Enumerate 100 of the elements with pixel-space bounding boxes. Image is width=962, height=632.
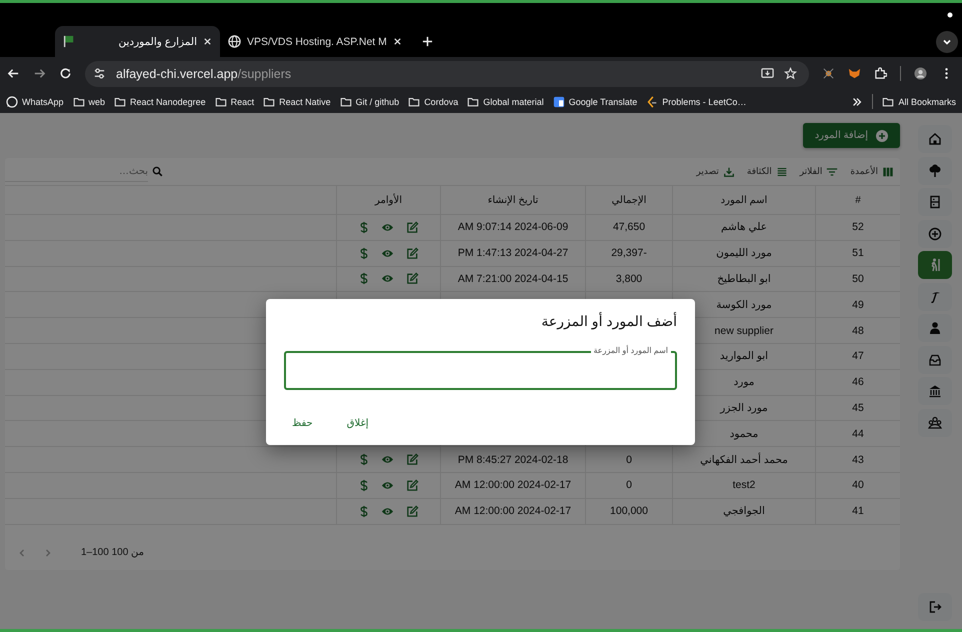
tab-search-button[interactable] <box>936 31 958 53</box>
table-cell: 40 <box>815 472 900 498</box>
back-icon[interactable] <box>7 67 20 80</box>
address-bar[interactable]: alfayed-chi.vercel.app/suppliers <box>85 60 809 86</box>
dollar-icon[interactable] <box>358 453 368 466</box>
dollar-icon[interactable] <box>358 504 368 518</box>
bookmark[interactable]: Git / github <box>340 96 400 108</box>
bank-icon <box>928 384 942 398</box>
dialog-button[interactable]: حفظ <box>284 414 321 433</box>
logout-button[interactable] <box>918 593 952 621</box>
table-cell: AM 7:21:00 2024-04-15 <box>458 272 568 285</box>
new-tab-icon[interactable] <box>422 36 433 47</box>
edit-icon[interactable] <box>406 220 418 234</box>
table-cell: test2 <box>672 472 815 498</box>
table-cell: علي هاشم <box>672 215 815 240</box>
edit-icon[interactable] <box>406 272 418 286</box>
edit-icon[interactable] <box>406 478 418 492</box>
bookmark[interactable]: Cordova <box>408 96 458 108</box>
star-icon[interactable] <box>784 67 797 80</box>
table-cell: 47 <box>815 344 900 369</box>
home-icon <box>928 132 942 146</box>
search-field[interactable]: بحث… <box>5 162 148 182</box>
dollar-icon[interactable] <box>358 220 368 234</box>
dialog-button[interactable]: إغلاق <box>338 414 376 433</box>
columns-icon <box>882 166 894 178</box>
folder-icon <box>408 96 420 108</box>
bookmark[interactable]: All Bookmarks <box>882 96 956 108</box>
forward-icon[interactable] <box>33 67 46 80</box>
table-cell: PM 8:45:27 2024-02-18 <box>458 454 568 466</box>
sidebar-item[interactable] <box>918 156 952 184</box>
folder-icon <box>467 96 480 108</box>
sidebar-item[interactable] <box>918 220 952 248</box>
group-icon <box>928 416 942 430</box>
sidebar-item[interactable] <box>918 251 952 279</box>
sidebar-item[interactable] <box>918 125 952 153</box>
edit-icon[interactable] <box>406 246 418 260</box>
sidebar-item[interactable] <box>918 377 952 405</box>
chevrons-icon[interactable] <box>851 96 864 108</box>
flag-icon <box>63 35 76 48</box>
table-cell: PM 1:47:13 2024-04-27 <box>458 247 568 260</box>
sidebar-item[interactable] <box>918 314 952 342</box>
tree-icon <box>928 164 942 178</box>
table-cell: 52 <box>815 215 900 240</box>
table-cell: 50 <box>815 266 900 292</box>
logout-icon <box>928 600 942 614</box>
sidebar-item[interactable] <box>918 188 952 216</box>
bookmark[interactable]: React Native <box>263 96 331 108</box>
bookmark[interactable]: React Nanodegree <box>114 96 206 108</box>
browser-tab[interactable]: VPS/VDS Hosting. ASP.Net M <box>220 26 410 57</box>
table-cell: 51 <box>815 240 900 266</box>
edit-icon[interactable] <box>406 453 418 466</box>
table-cell: AM 9:07:14 2024-06-09 <box>458 221 568 234</box>
add-circle-icon <box>928 226 942 240</box>
browser-tab[interactable]: المزارع والموردين <box>55 26 220 57</box>
close-icon[interactable] <box>203 37 212 46</box>
inbox-icon <box>928 352 942 366</box>
tune-icon[interactable] <box>93 67 106 80</box>
sidebar-item[interactable] <box>918 346 952 374</box>
extension-icon[interactable] <box>822 67 835 80</box>
toolbar-button[interactable]: الأعمدة <box>850 166 894 178</box>
bookmark[interactable]: WhatsApp <box>6 96 64 108</box>
column-header[interactable]: # <box>815 186 900 214</box>
bookmark[interactable]: Google Translate <box>552 96 638 108</box>
table-cell: AM 12:00:00 2024-02-17 <box>454 505 572 518</box>
table-cell: 0 <box>626 454 632 466</box>
reload-icon[interactable] <box>59 67 72 80</box>
density-icon <box>776 166 788 178</box>
person-icon <box>928 321 942 335</box>
table-cell: -29,397 <box>611 247 647 260</box>
folder-icon <box>882 96 894 108</box>
avatar-icon[interactable] <box>914 67 927 80</box>
bookmark[interactable]: web <box>72 96 106 108</box>
sidebar-item[interactable] <box>918 282 952 310</box>
fox-icon[interactable] <box>848 67 861 80</box>
dollar-icon[interactable] <box>358 272 368 286</box>
folder-icon <box>340 96 352 108</box>
column-header[interactable]: تاريخ الإنشاء <box>440 186 585 214</box>
translate-icon <box>552 96 565 108</box>
edit-icon[interactable] <box>406 504 418 518</box>
close-icon[interactable] <box>392 37 402 46</box>
bookmark[interactable]: React <box>214 96 254 108</box>
column-header[interactable]: الإجمالي <box>585 186 672 214</box>
table-cell: 48 <box>815 318 900 343</box>
toolbar-button[interactable]: تصدير <box>696 166 735 178</box>
bookmark[interactable]: Problems - LeetCo… <box>646 96 746 108</box>
table-cell: الجوافجي <box>672 498 815 524</box>
dollar-icon[interactable] <box>358 478 368 492</box>
toolbar-button[interactable]: الكثافة <box>746 166 788 178</box>
column-header[interactable]: اسم المورد <box>672 186 815 214</box>
add-supplier-button[interactable]: إضافة المورد <box>802 123 900 148</box>
toolbar-button[interactable]: الفلاتر <box>800 166 838 178</box>
table-cell: 3,800 <box>616 272 642 285</box>
install-icon[interactable] <box>761 67 774 80</box>
sidebar-item[interactable] <box>918 408 952 436</box>
search-icon[interactable] <box>152 166 163 177</box>
dollar-icon[interactable] <box>358 246 368 260</box>
table-cell: 0 <box>626 479 632 492</box>
column-header[interactable]: الأوامر <box>336 186 440 214</box>
puzzle-icon[interactable] <box>874 67 887 80</box>
bookmark[interactable]: Global material <box>467 96 544 108</box>
